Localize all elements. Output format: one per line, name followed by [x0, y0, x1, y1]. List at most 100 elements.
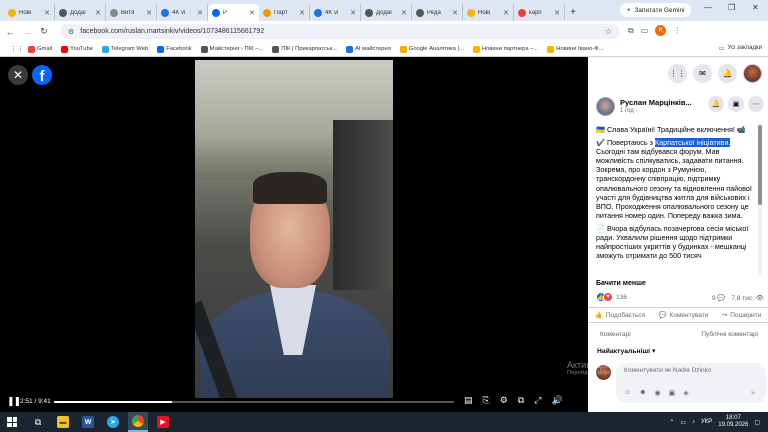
follow-bell-icon[interactable]: 🔔 — [708, 96, 724, 112]
volume-icon[interactable]: 🔊 — [551, 395, 562, 406]
reaction-icons[interactable]: 👍 ♥ — [596, 292, 613, 302]
tab-close-icon[interactable]: ✕ — [554, 9, 560, 17]
word-icon[interactable]: W — [78, 412, 98, 432]
comment-button[interactable]: 💬 Коментувати — [658, 311, 708, 320]
browser-tab[interactable]: Витя ✕ — [106, 4, 157, 21]
tab-close-icon[interactable]: ✕ — [44, 9, 50, 17]
bookmark-item[interactable]: АІ майстерня — [346, 45, 391, 53]
more-options-icon[interactable]: ⋯ — [748, 96, 764, 112]
file-explorer-icon[interactable]: ▬ — [53, 412, 73, 432]
menu-grid-icon[interactable]: ⋮⋮ — [668, 64, 687, 83]
bookmark-item[interactable]: Новини Івано-Ф... — [547, 45, 604, 53]
menu-dots-icon[interactable]: ⋮ — [673, 26, 681, 35]
like-button[interactable]: 👍 Подобається — [595, 311, 645, 320]
all-bookmarks-button[interactable]: ▭ Усі закладки — [719, 45, 762, 52]
pip-icon[interactable]: ⧉ — [518, 395, 524, 406]
bookmark-item[interactable]: Майстерня › ПІК –... — [200, 45, 263, 53]
pause-icon[interactable]: ❚❚ — [7, 396, 21, 407]
facebook-logo-icon[interactable]: f — [32, 65, 52, 85]
tray-chevron-icon[interactable]: ⌃ — [669, 419, 674, 426]
browser-tab[interactable]: 4K vi ✕ — [157, 4, 208, 21]
bookmark-star-icon[interactable]: ☆ — [605, 27, 612, 36]
bookmark-item[interactable]: Gmail — [28, 45, 52, 53]
tab-close-icon[interactable]: ✕ — [350, 9, 356, 17]
camera-icon[interactable]: ◉ — [655, 389, 661, 397]
bookmark-item[interactable]: Google Аналітика |... — [399, 45, 464, 53]
notifications-icon[interactable]: 🔔 — [718, 64, 737, 83]
ask-gemini-button[interactable]: ✦ Запитати Gemini — [620, 3, 691, 17]
bookmark-item[interactable]: Новини партнера –... — [472, 45, 538, 53]
close-viewer-button[interactable]: ✕ — [8, 65, 28, 85]
share-button[interactable]: ↪ Поширити — [722, 311, 761, 320]
author-name[interactable]: Руслан Марцінків... — [620, 98, 692, 107]
browser-tab[interactable]: 4K vi ✕ — [310, 4, 361, 21]
sidebar-icon[interactable]: ▭ — [641, 26, 649, 35]
settings-icon[interactable]: ⚙ — [500, 395, 508, 406]
media-player-icon[interactable]: ▶ — [153, 412, 173, 432]
account-avatar[interactable] — [743, 64, 762, 83]
site-info-icon[interactable]: ⚙ — [68, 28, 74, 36]
post-scroll-thumb[interactable] — [758, 125, 762, 205]
tab-close-icon[interactable]: ✕ — [299, 9, 305, 17]
notifications-center-icon[interactable]: ▢ — [754, 419, 760, 426]
browser-tab[interactable]: Додаї ✕ — [55, 4, 106, 21]
clip-icon[interactable]: ⎘ — [483, 395, 490, 406]
start-button[interactable] — [4, 412, 20, 432]
see-less-link[interactable]: Бачити менше — [596, 280, 646, 287]
bookmark-item[interactable]: Telegram Web — [101, 45, 148, 53]
tab-close-icon[interactable]: ✕ — [197, 9, 203, 17]
new-tab-button[interactable]: + — [565, 4, 581, 21]
captions-icon[interactable]: ▤ — [464, 395, 473, 406]
tab-close-icon[interactable]: ✕ — [452, 9, 458, 17]
close-window-icon[interactable]: ✕ — [752, 3, 759, 12]
tab-close-icon[interactable]: ✕ — [146, 9, 152, 17]
bookmark-item[interactable]: Facebook — [157, 45, 192, 53]
emoji-icon[interactable]: ☻ — [639, 389, 646, 397]
avatar-sticker-icon[interactable]: ☺ — [624, 389, 631, 397]
network-icon[interactable]: ▭ — [680, 419, 686, 426]
send-icon[interactable]: ➤ — [750, 389, 756, 397]
clock[interactable]: 18:07 19.09.2026 — [718, 415, 748, 429]
url-omnibox[interactable]: ⚙ facebook.com/ruslan.martsinkiv/videos/… — [60, 24, 620, 39]
video-player[interactable] — [195, 60, 393, 398]
tab-close-icon[interactable]: ✕ — [401, 9, 407, 17]
public-comments-tab[interactable]: Публічні коментарі — [701, 331, 758, 343]
sort-comments-dropdown[interactable]: Найактуальніші ▾ — [597, 347, 655, 355]
extensions-icon[interactable]: ⧉ — [628, 26, 634, 36]
video-progress-bar[interactable] — [54, 401, 454, 403]
save-icon[interactable]: ▣ — [728, 96, 744, 112]
tab-close-icon[interactable]: ✕ — [249, 9, 255, 17]
forward-icon[interactable]: → — [20, 27, 34, 37]
fullscreen-icon[interactable]: ⤢ — [534, 395, 541, 406]
bookmark-item[interactable]: YouTube — [61, 45, 93, 53]
browser-tab[interactable]: Нові ✕ — [4, 4, 55, 21]
browser-tab[interactable]: Р ✕ — [208, 4, 259, 21]
restore-icon[interactable]: ❐ — [728, 3, 735, 12]
tab-close-icon[interactable]: ✕ — [503, 9, 509, 17]
speaker-icon[interactable]: ♪ — [692, 419, 695, 425]
minimize-icon[interactable]: — — [704, 3, 712, 12]
browser-tab[interactable]: Додаї ✕ — [361, 4, 412, 21]
reactions-count[interactable]: 136 — [616, 294, 627, 301]
messenger-icon[interactable]: ✉ — [693, 64, 712, 83]
apps-grid-icon[interactable]: ⋮⋮ — [10, 45, 24, 53]
language-indicator[interactable]: УКР — [701, 419, 712, 425]
reload-icon[interactable]: ↻ — [37, 26, 51, 37]
author-avatar[interactable] — [596, 97, 615, 116]
bookmark-item[interactable]: ПІК | Прикарпатськ... — [272, 45, 337, 53]
comments-count-group[interactable]: 9 💬 — [712, 294, 726, 302]
comments-tab[interactable]: Коментарі — [600, 331, 631, 343]
telegram-icon[interactable]: ➤ — [103, 412, 123, 432]
tab-close-icon[interactable]: ✕ — [95, 9, 101, 17]
browser-tab[interactable]: карп ✕ — [514, 4, 565, 21]
post-scrollbar[interactable] — [758, 123, 762, 275]
back-icon[interactable]: ← — [3, 27, 17, 37]
browser-tab[interactable]: Парт ✕ — [259, 4, 310, 21]
post-time[interactable]: 1 год · — [620, 108, 637, 114]
browser-tab[interactable]: Реда ✕ — [412, 4, 463, 21]
gif-icon[interactable]: ▣ — [669, 389, 676, 397]
chrome-icon[interactable] — [128, 412, 148, 432]
browser-tab[interactable]: Нові ✕ — [463, 4, 514, 21]
sticker-icon[interactable]: ◈ — [683, 389, 688, 397]
profile-avatar[interactable]: K — [655, 25, 667, 36]
